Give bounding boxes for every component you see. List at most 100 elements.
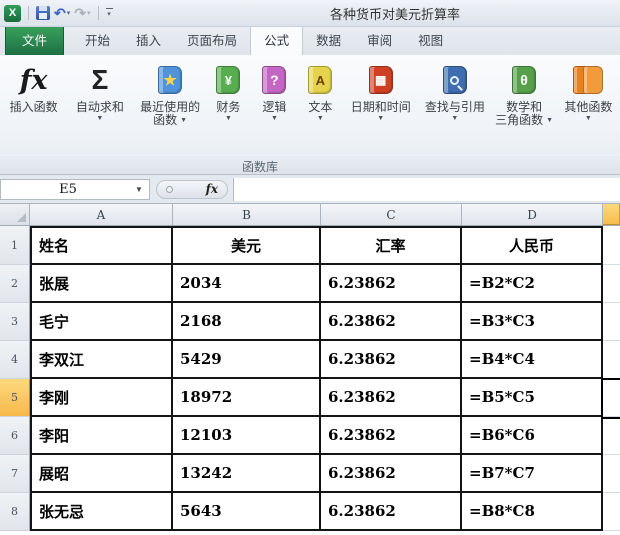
name-box-value: E5 xyxy=(59,181,77,197)
tab-formulas[interactable]: 公式 xyxy=(250,24,304,55)
column-header-B[interactable]: B xyxy=(173,204,321,225)
math-trig-button[interactable]: θ 数学和 三角函数 ▼ xyxy=(491,60,556,127)
function-library-group-label: 函数库 xyxy=(241,160,278,174)
cell-C5[interactable]: 6.23862 xyxy=(321,379,462,417)
cell-D4[interactable]: =B4*C4 xyxy=(462,341,603,379)
cell-E7[interactable] xyxy=(603,455,620,493)
cell-C6[interactable]: 6.23862 xyxy=(321,417,462,455)
button-label: 自动求和 xyxy=(75,100,124,114)
tab-review[interactable]: 审阅 xyxy=(354,25,405,55)
cell-A1[interactable]: 姓名 xyxy=(30,226,173,265)
text-button[interactable]: A 文本 ▼ xyxy=(298,60,343,124)
row-header-1[interactable]: 1 xyxy=(0,226,30,265)
cell-B1[interactable]: 美元 xyxy=(173,226,321,265)
cell-D5[interactable]: =B5*C5 xyxy=(462,379,603,417)
button-label: 逻辑 xyxy=(262,100,287,114)
cell-B4[interactable]: 5429 xyxy=(173,341,321,379)
undo-button[interactable]: ↶ ▾ xyxy=(54,6,70,20)
column-header-C[interactable]: C xyxy=(321,204,462,225)
formula-input[interactable] xyxy=(233,177,620,201)
redo-button[interactable]: ↷ ▾ xyxy=(74,6,90,20)
cell-E3[interactable] xyxy=(603,303,620,341)
logical-button[interactable]: ? 逻辑 ▼ xyxy=(251,60,297,124)
separator xyxy=(97,6,99,20)
insert-function-fx-button[interactable]: fx xyxy=(156,179,228,199)
tab-data[interactable]: 数据 xyxy=(303,25,354,55)
column-header-E-selected[interactable] xyxy=(603,204,620,225)
column-header-D[interactable]: D xyxy=(462,204,603,225)
tab-home[interactable]: 开始 xyxy=(72,25,123,55)
cell-D2[interactable]: =B2*C2 xyxy=(462,265,603,303)
tab-insert[interactable]: 插入 xyxy=(123,25,174,55)
cell-E2[interactable] xyxy=(603,265,620,303)
chevron-down-icon: ▼ xyxy=(546,116,554,124)
insert-function-button[interactable]: fx 插入函数 xyxy=(2,60,65,115)
row-header-8[interactable]: 8 xyxy=(0,493,30,531)
save-icon xyxy=(36,6,50,20)
financial-button[interactable]: ¥ 财务 ▼ xyxy=(206,60,251,124)
row-header-7[interactable]: 7 xyxy=(0,455,30,493)
column-header-A[interactable]: A xyxy=(30,204,173,225)
lookup-book-icon xyxy=(442,66,467,94)
save-button[interactable] xyxy=(36,6,50,20)
cell-E4[interactable] xyxy=(603,341,620,379)
cell-C3[interactable]: 6.23862 xyxy=(321,303,462,341)
cell-B3[interactable]: 2168 xyxy=(173,303,321,341)
row-header-3[interactable]: 3 xyxy=(0,303,30,341)
more-functions-button[interactable]: 其他函数 ▼ xyxy=(557,60,620,124)
cell-C7[interactable]: 6.23862 xyxy=(321,455,462,493)
bar-icon xyxy=(105,8,113,9)
cell-A8[interactable]: 张无忌 xyxy=(30,493,173,531)
sheet-row-1: 1 姓名 美元 汇率 人民币 xyxy=(0,226,620,265)
selection-box-E5[interactable] xyxy=(601,378,620,419)
button-label: 其他函数 xyxy=(564,100,613,114)
cell-B5[interactable]: 18972 xyxy=(173,379,321,417)
row-header-4[interactable]: 4 xyxy=(0,341,30,379)
row-header-5[interactable]: 5 xyxy=(0,379,30,417)
cell-B8[interactable]: 5643 xyxy=(173,493,321,531)
cell-A4[interactable]: 李双江 xyxy=(30,341,173,379)
cell-C8[interactable]: 6.23862 xyxy=(321,493,462,531)
cell-A5[interactable]: 李刚 xyxy=(30,379,173,417)
cell-A6[interactable]: 李阳 xyxy=(30,417,173,455)
excel-logo-icon[interactable]: X xyxy=(4,4,21,22)
ribbon-tab-row: 文件 开始 插入 页面布局 公式 数据 审阅 视图 xyxy=(0,24,620,55)
sheet-row-4: 4 李双江 5429 6.23862 =B4*C4 xyxy=(0,341,620,379)
cell-C4[interactable]: 6.23862 xyxy=(321,341,462,379)
cell-D1[interactable]: 人民币 xyxy=(462,226,603,265)
cell-B2[interactable]: 2034 xyxy=(173,265,321,303)
lookup-reference-button[interactable]: 查找与引用 ▼ xyxy=(418,60,491,124)
cell-A2[interactable]: 张展 xyxy=(30,265,173,303)
cell-D3[interactable]: =B3*C3 xyxy=(462,303,603,341)
redo-icon: ↷ xyxy=(74,5,86,21)
button-label: 文本 xyxy=(308,100,333,114)
name-box[interactable]: E5 ▼ xyxy=(0,178,150,200)
chevron-down-icon: ▼ xyxy=(224,115,232,122)
customize-qat-button[interactable]: ▾ xyxy=(105,8,113,18)
cell-B7[interactable]: 13242 xyxy=(173,455,321,493)
row-header-6[interactable]: 6 xyxy=(0,417,30,455)
cell-D8[interactable]: =B8*C8 xyxy=(462,493,603,531)
cell-E1[interactable] xyxy=(603,226,620,265)
cell-D6[interactable]: =B6*C6 xyxy=(462,417,603,455)
cell-E8[interactable] xyxy=(603,493,620,531)
tab-page-layout[interactable]: 页面布局 xyxy=(174,25,250,55)
row-header-2[interactable]: 2 xyxy=(0,265,30,303)
chevron-down-icon[interactable]: ▼ xyxy=(135,185,149,194)
cell-C1[interactable]: 汇率 xyxy=(321,226,462,265)
cell-A3[interactable]: 毛宁 xyxy=(30,303,173,341)
cell-E6[interactable] xyxy=(603,417,620,455)
button-label: 最近使用的 xyxy=(140,100,201,114)
recently-used-button[interactable]: ★ 最近使用的 函数 ▼ xyxy=(135,60,206,127)
sheet-row-6: 6 李阳 12103 6.23862 =B6*C6 xyxy=(0,417,620,455)
select-all-corner[interactable] xyxy=(0,204,30,225)
cell-B6[interactable]: 12103 xyxy=(173,417,321,455)
tab-view[interactable]: 视图 xyxy=(405,25,456,55)
autosum-button[interactable]: Σ 自动求和 ▼ xyxy=(65,60,134,124)
cell-D7[interactable]: =B7*C7 xyxy=(462,455,603,493)
tab-file[interactable]: 文件 xyxy=(5,24,65,55)
cell-A7[interactable]: 展昭 xyxy=(30,455,173,493)
cell-C2[interactable]: 6.23862 xyxy=(321,265,462,303)
date-time-button[interactable]: ▦ 日期和时间 ▼ xyxy=(343,60,418,124)
sheet-row-3: 3 毛宁 2168 6.23862 =B3*C3 xyxy=(0,303,620,341)
